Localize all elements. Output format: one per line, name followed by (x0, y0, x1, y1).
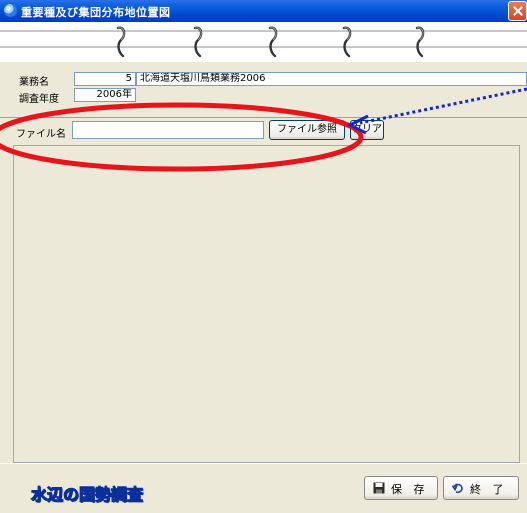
annotation-overlay (0, 87, 527, 172)
pointer-arrow-line (359, 87, 527, 125)
highlight-ellipse (0, 102, 364, 172)
app-window: 重要種及び集団分布地位置図 業務名 5 北海道天塩川鳥類業務2006 調査年度 … (0, 0, 527, 513)
pointer-arrow-head-icon (346, 114, 369, 135)
